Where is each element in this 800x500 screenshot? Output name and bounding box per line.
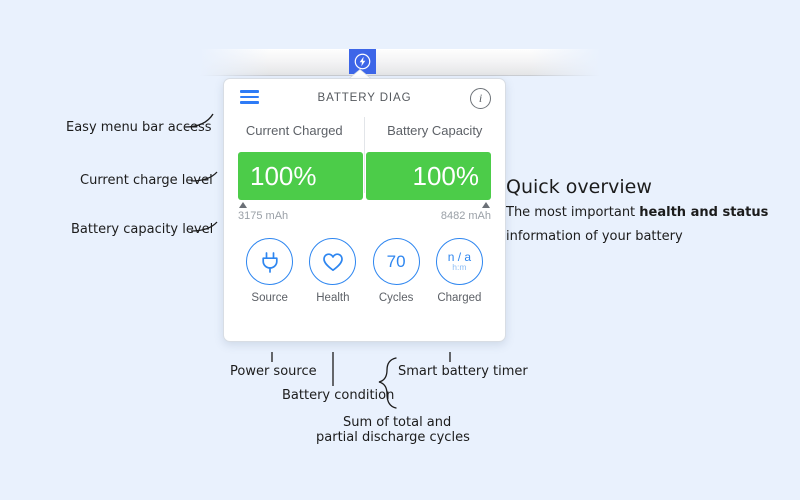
- marker-triangle-right-icon: [482, 202, 490, 208]
- stat-cycles[interactable]: 70 Cycles: [365, 238, 428, 304]
- popover-header: BATTERY DIAG i: [224, 79, 505, 116]
- screenshot-stage: BATTERY DIAG i Current Charged Battery C…: [0, 0, 800, 500]
- cycles-circle: 70: [372, 238, 420, 285]
- stat-health[interactable]: Health: [301, 238, 364, 304]
- menu-bar-fade-left: [200, 49, 270, 76]
- quick-overview-line1-pre: The most important: [506, 205, 640, 220]
- battery-capacity-percent: 100%: [412, 160, 480, 191]
- charged-unit: h:m: [452, 262, 467, 273]
- charged-circle: n / a h:m: [435, 238, 483, 285]
- stat-label-health: Health: [316, 292, 350, 304]
- annotation-cycles-line2: partial discharge cycles: [316, 430, 470, 445]
- annotation-easy-menu-bar-access: Easy menu bar access: [66, 120, 212, 135]
- current-charged-percent: 100%: [250, 160, 317, 191]
- quick-overview-line1-bold: health and status: [639, 205, 769, 220]
- annotation-battery-condition: Battery condition: [282, 388, 395, 403]
- menu-bar-fade-right: [530, 49, 600, 76]
- info-circle-icon[interactable]: i: [470, 88, 491, 109]
- capacity-row: 3175 mAh 8482 mAh: [238, 200, 491, 226]
- source-circle: [246, 238, 294, 285]
- battery-diag-popover: BATTERY DIAG i Current Charged Battery C…: [223, 78, 506, 342]
- stat-label-charged: Charged: [437, 292, 482, 304]
- battery-capacity-bar: 100%: [366, 152, 491, 200]
- hamburger-menu-icon[interactable]: [240, 90, 259, 104]
- stats-row: Source Health 70 Cycles n / a h:m Charge…: [224, 238, 505, 304]
- hamburger-bar: [240, 95, 259, 98]
- stat-source[interactable]: Source: [238, 238, 301, 304]
- annotation-cycles-line1: Sum of total and: [343, 415, 452, 430]
- label-battery-capacity: Battery Capacity: [387, 123, 483, 138]
- health-circle: [309, 238, 357, 285]
- current-charged-mah: 3175 mAh: [238, 210, 289, 222]
- cycles-value: 70: [386, 251, 406, 271]
- page-title: BATTERY DIAG: [317, 91, 412, 104]
- hamburger-bar: [240, 90, 259, 93]
- annotation-power-source: Power source: [230, 364, 317, 379]
- marker-triangle-left-icon: [239, 202, 247, 208]
- heart-icon: [323, 252, 343, 271]
- annotation-battery-capacity-level: Battery capacity level: [71, 222, 214, 237]
- power-plug-icon: [261, 251, 278, 273]
- lightning-bolt-icon: [354, 53, 371, 70]
- info-glyph: i: [478, 91, 483, 105]
- stat-label-source: Source: [251, 292, 288, 304]
- hamburger-bar: [240, 101, 259, 104]
- quick-overview-line2: information of your battery: [506, 229, 683, 244]
- annotation-smart-battery-timer: Smart battery timer: [398, 364, 528, 379]
- stat-label-cycles: Cycles: [378, 292, 414, 304]
- battery-capacity-mah: 8482 mAh: [440, 210, 491, 222]
- quick-overview-line1: The most important health and status: [506, 205, 768, 220]
- quick-overview-title: Quick overview: [506, 176, 652, 198]
- current-charged-bar: 100%: [238, 152, 363, 200]
- charge-bars: 100% 100%: [238, 152, 491, 200]
- annotation-current-charge-level: Current charge level: [80, 173, 213, 188]
- label-current-charged: Current Charged: [245, 123, 343, 138]
- stat-charged[interactable]: n / a h:m Charged: [428, 238, 491, 304]
